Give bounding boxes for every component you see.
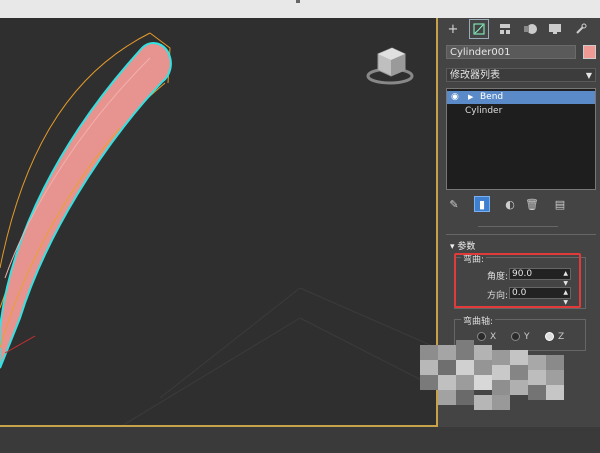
show-end-result-icon[interactable]: ▮ (474, 196, 490, 212)
rollout-title[interactable]: ▾ 参数 (450, 239, 475, 252)
title-bar-dot (296, 0, 300, 3)
hierarchy-tab-icon[interactable] (496, 20, 514, 38)
chevron-down-icon: ▼ (585, 71, 592, 80)
object-name-field[interactable]: Cylinder001 (446, 45, 576, 59)
modifier-list-label: 修改器列表 (450, 70, 500, 81)
expand-triangle-icon[interactable]: ▶ (468, 91, 473, 104)
configure-sets-icon[interactable]: ▤ (552, 196, 568, 212)
modify-tab-icon[interactable] (469, 19, 489, 39)
pin-stack-icon[interactable]: ✎ (446, 196, 462, 212)
stack-item-bend[interactable]: ◉ ▶ Bend (447, 91, 595, 104)
eye-icon[interactable]: ◉ (451, 91, 459, 104)
modifier-stack[interactable]: ◉ ▶ Bend Cylinder (446, 88, 596, 190)
object-color-swatch[interactable] (583, 45, 596, 59)
display-tab-icon[interactable] (546, 20, 564, 38)
viewport-grid (119, 287, 437, 427)
view-cube[interactable] (366, 47, 414, 85)
utilities-wrench-icon[interactable] (572, 20, 590, 38)
pixelated-overlay (420, 340, 564, 410)
bent-cylinder[interactable] (0, 42, 172, 369)
annotation-highlight-box (454, 253, 581, 308)
stack-item-label: Bend (480, 92, 504, 102)
stack-item-label: Cylinder (465, 106, 503, 116)
create-tab-plus-icon[interactable]: + (444, 20, 462, 38)
stack-item-cylinder[interactable]: Cylinder (447, 105, 595, 118)
modifier-list-dropdown[interactable]: 修改器列表 ▼ (446, 68, 596, 82)
perspective-viewport[interactable] (0, 18, 437, 427)
make-unique-icon[interactable]: ◐ (502, 196, 518, 212)
command-panel-tabs: + (438, 18, 600, 40)
motion-tab-icon[interactable] (522, 20, 540, 38)
remove-modifier-trash-icon[interactable]: 🗑 (524, 196, 540, 212)
bend-axis-label: 弯曲轴: (461, 314, 496, 327)
panel-divider (478, 226, 558, 227)
viewport-canvas (0, 32, 437, 427)
title-bar (0, 0, 600, 18)
stack-toolbar: ✎ ▮ ◐ 🗑 ▤ (446, 196, 596, 214)
